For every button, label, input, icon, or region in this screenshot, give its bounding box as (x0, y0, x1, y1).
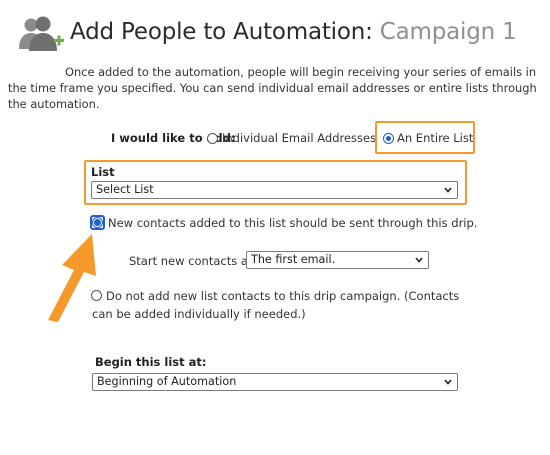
start-contacts-label: Start new contacts at: (129, 254, 257, 268)
page-title: Add People to Automation: Campaign 1 (70, 16, 517, 48)
begin-list-value: Beginning of Automation (97, 375, 237, 388)
chevron-down-icon (415, 257, 423, 263)
list-select-value: Select List (96, 183, 154, 196)
begin-list-select[interactable]: Beginning of Automation (92, 373, 458, 391)
radio-individual-emails[interactable] (207, 133, 218, 144)
send-new-contacts-label[interactable]: New contacts added to this list should b… (108, 216, 477, 230)
radio-send-new-contacts[interactable] (90, 215, 105, 230)
option-entire-list-label[interactable]: An Entire List (397, 131, 473, 145)
begin-list-label: Begin this list at: (95, 355, 207, 369)
chevron-down-icon (444, 187, 452, 193)
title-text: Add People to Automation: (70, 19, 373, 45)
option-individual-label[interactable]: Individual Email Addresses (222, 131, 376, 145)
add-people-icon (19, 16, 64, 51)
chevron-down-icon (444, 379, 452, 385)
radio-entire-list[interactable] (383, 133, 394, 144)
start-email-value: The first email. (251, 253, 336, 266)
radio-selected-dot (94, 219, 101, 226)
intro-text: Once added to the automation, people wil… (8, 65, 537, 111)
pointer-arrow-icon (48, 234, 96, 322)
list-label: List (91, 165, 115, 179)
start-email-select[interactable]: The first email. (246, 251, 429, 269)
do-not-add-label[interactable]: Do not add new list contacts to this dri… (92, 287, 472, 323)
list-select[interactable]: Select List (91, 181, 458, 199)
campaign-name: Campaign 1 (379, 19, 517, 45)
